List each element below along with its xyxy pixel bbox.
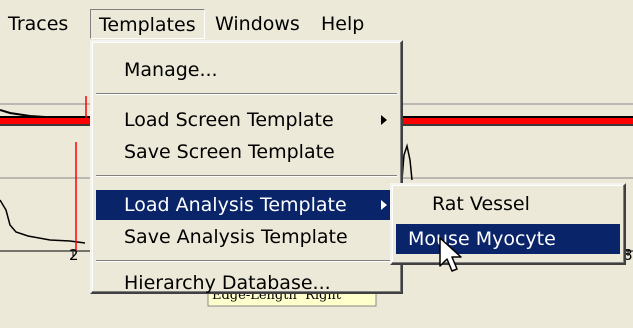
submenu-item-rat-vessel[interactable]: Rat Vessel [396,189,620,219]
submenu-arrow-icon [381,115,387,125]
analysis-template-submenu: Rat Vessel Mouse Myocyte [390,183,626,265]
x-tick-label-2: 2 [69,246,79,264]
menu-separator [96,260,397,262]
menu-item-load-screen-template[interactable]: Load Screen Template [96,105,397,135]
menu-item-save-analysis-template[interactable]: Save Analysis Template [96,222,397,252]
trace-peak [401,143,413,181]
mouse-pointer-icon [439,237,462,272]
menu-templates[interactable]: Templates [90,9,205,39]
menu-help[interactable]: Help [313,9,372,39]
submenu-item-mouse-myocyte[interactable]: Mouse Myocyte [396,224,620,254]
menu-item-save-screen-template[interactable]: Save Screen Template [96,137,397,167]
menu-windows[interactable]: Windows [207,9,308,39]
menu-separator [96,175,397,177]
menu-item-load-analysis-template[interactable]: Load Analysis Template [96,190,397,220]
menu-item-hierarchy-database[interactable]: Hierarchy Database... [96,268,397,298]
menu-separator [96,93,397,95]
menu-item-label: Load Analysis Template [124,194,347,216]
templates-dropdown: Manage... Load Screen Template Save Scre… [90,40,403,294]
menu-traces[interactable]: Traces [0,9,76,39]
menu-item-label: Load Screen Template [124,109,334,131]
black-trace-middle [0,199,86,244]
submenu-arrow-icon [381,200,387,210]
menu-item-manage[interactable]: Manage... [96,55,397,85]
